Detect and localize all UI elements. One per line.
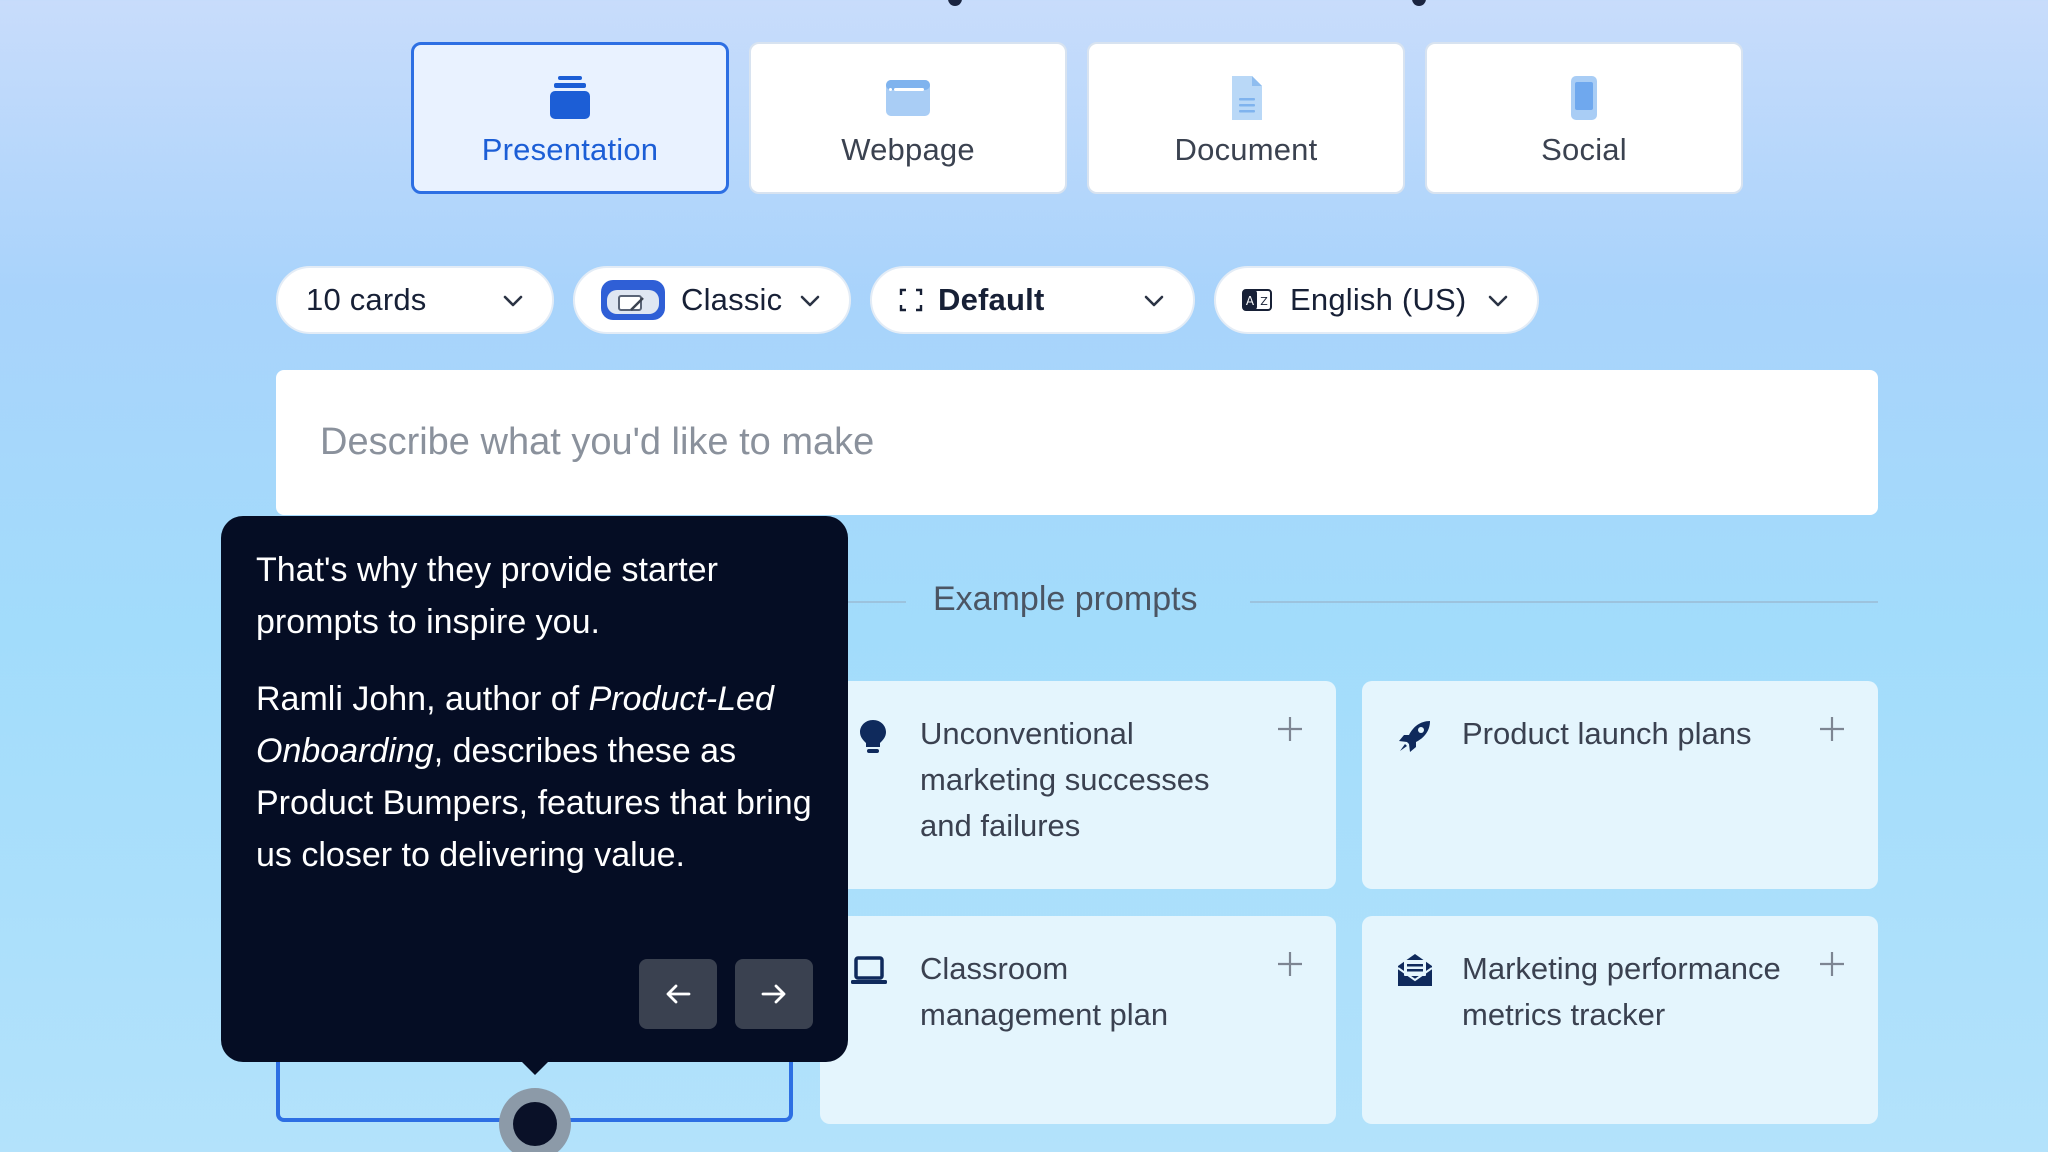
arrow-right-icon [761, 984, 786, 1004]
tooltip-back-button[interactable] [639, 959, 717, 1029]
prompt-input[interactable] [320, 370, 1820, 515]
tab-document[interactable]: Document [1087, 42, 1405, 194]
tour-beacon-dot [513, 1102, 557, 1146]
tab-label: Webpage [841, 132, 975, 167]
language-dropdown[interactable]: A Z English (US) [1214, 266, 1539, 334]
rocket-icon [1399, 721, 1430, 752]
tab-label: Social [1541, 132, 1627, 167]
plus-icon[interactable] [1276, 715, 1304, 743]
language-label: English (US) [1290, 282, 1467, 317]
card-count-label: 10 cards [306, 282, 427, 317]
presentation-stack-icon [550, 76, 590, 119]
example-card[interactable]: Unconventional marketing successes and f… [820, 681, 1336, 889]
chevron-down-icon [1488, 295, 1508, 307]
laptop-icon [851, 956, 887, 984]
lightbulb-icon [860, 720, 886, 753]
layout-label: Default [938, 282, 1045, 317]
tooltip-text-primary: That's why they provide starter prompts … [256, 551, 718, 641]
phone-icon [1571, 76, 1597, 120]
tab-presentation[interactable]: Presentation [411, 42, 729, 194]
example-card[interactable]: Marketing performance metrics tracker [1362, 916, 1878, 1124]
theme-label: Classic [681, 282, 783, 317]
tooltip-text-secondary: Ramli John, author of Product-Led Onboar… [256, 673, 826, 881]
divider-right [1250, 601, 1878, 603]
document-icon [1232, 76, 1262, 120]
translate-icon: A Z [1242, 289, 1272, 311]
chevron-down-icon [503, 295, 523, 307]
chevron-down-icon [800, 295, 820, 307]
onboarding-tooltip: That's why they provide starter prompts … [221, 516, 848, 1062]
arrow-left-icon [666, 984, 691, 1004]
tab-webpage[interactable]: Webpage [749, 42, 1067, 194]
example-card-text: Unconventional marketing successes and f… [920, 716, 1210, 843]
example-card-text: Product launch plans [1462, 716, 1752, 751]
tab-label: Document [1174, 132, 1318, 167]
plus-icon[interactable] [1818, 950, 1846, 978]
example-card[interactable]: Classroom management plan [820, 916, 1336, 1124]
example-card-text: Classroom management plan [920, 951, 1169, 1032]
layout-dropdown[interactable]: Default [870, 266, 1195, 334]
tooltip-pointer [518, 1058, 552, 1075]
theme-thumbnail-icon [601, 280, 665, 320]
heading-cutoff-glyph [948, 0, 962, 6]
chevron-down-icon [1144, 295, 1164, 307]
example-card[interactable]: Product launch plans [1362, 681, 1878, 889]
example-card-text: Marketing performance metrics tracker [1462, 951, 1781, 1032]
svg-text:A: A [1246, 294, 1255, 308]
svg-text:Z: Z [1260, 295, 1268, 308]
plus-icon[interactable] [1276, 950, 1304, 978]
plus-icon[interactable] [1818, 715, 1846, 743]
aspect-ratio-icon [899, 288, 923, 312]
prompt-input-container [276, 370, 1878, 515]
tab-social[interactable]: Social [1425, 42, 1743, 194]
divider-left [848, 601, 906, 603]
example-prompts-title: Example prompts [933, 580, 1198, 618]
heading-cutoff-glyph [1412, 0, 1426, 6]
mail-envelope-icon [1397, 954, 1433, 986]
tooltip-next-button[interactable] [735, 959, 813, 1029]
browser-window-icon [886, 80, 930, 116]
card-count-dropdown[interactable]: 10 cards [276, 266, 554, 334]
tab-label: Presentation [481, 132, 659, 167]
theme-dropdown[interactable]: Classic [573, 266, 851, 334]
tooltip-text-prefix: Ramli John, author of [256, 680, 589, 718]
